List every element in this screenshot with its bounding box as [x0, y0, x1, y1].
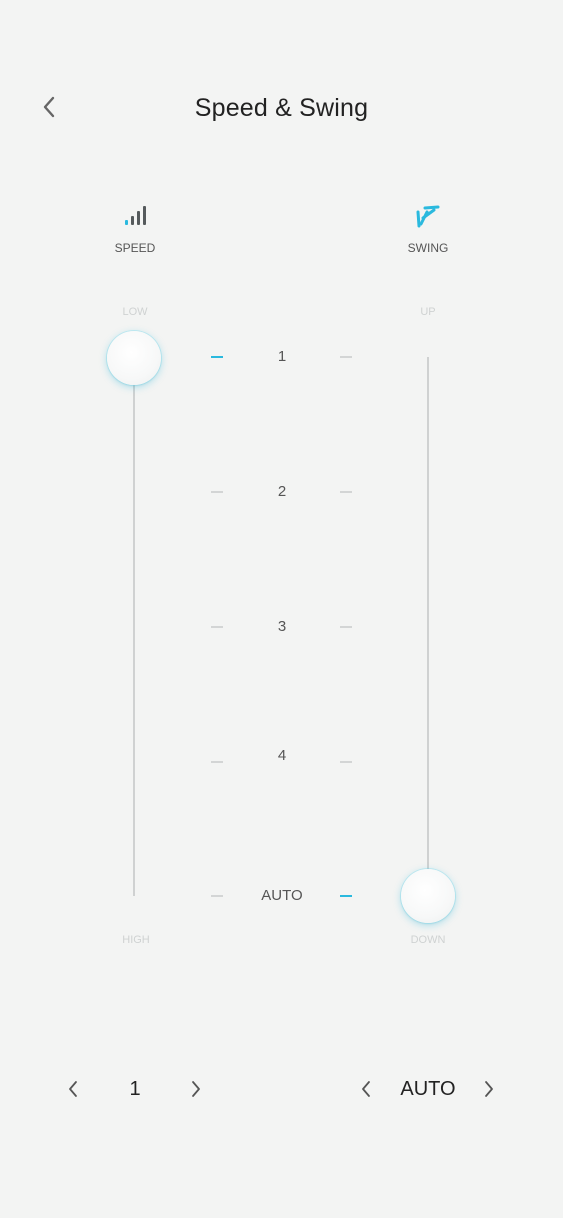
speed-tick-3: [211, 626, 223, 628]
swing-tick-1: [340, 356, 352, 358]
level-label-2: 2: [277, 483, 287, 500]
swing-slider-handle[interactable]: [401, 869, 455, 923]
speed-high-label: HIGH: [122, 934, 150, 946]
chevron-left-icon: [69, 1081, 77, 1097]
page-title: Speed & Swing: [194, 94, 369, 122]
level-label-3: 3: [277, 618, 287, 635]
speed-tick-auto: [211, 895, 223, 897]
swing-value: AUTO: [400, 1078, 456, 1100]
level-label-4: 4: [277, 747, 287, 764]
chevron-left-icon: [362, 1081, 370, 1097]
swing-label: SWING: [407, 241, 449, 255]
speed-label: SPEED: [114, 241, 156, 255]
speed-tick-1: [211, 356, 223, 358]
level-label-1: 1: [277, 348, 287, 365]
speed-slider-handle[interactable]: [107, 331, 161, 385]
speed-value: 1: [129, 1078, 141, 1100]
swing-down-label: DOWN: [410, 934, 446, 946]
chevron-right-icon: [485, 1081, 493, 1097]
swing-slider-track[interactable]: [427, 357, 429, 896]
chevron-right-icon: [192, 1081, 200, 1097]
speed-decrease-button[interactable]: [58, 1074, 88, 1104]
level-label-auto: AUTO: [261, 887, 303, 904]
speed-slider-track[interactable]: [133, 358, 135, 896]
swing-up-label: UP: [420, 306, 436, 318]
speed-increase-button[interactable]: [181, 1074, 211, 1104]
swing-fan-icon: [408, 201, 448, 231]
swing-tick-2: [340, 491, 352, 493]
speed-low-label: LOW: [122, 306, 148, 318]
swing-tick-4: [340, 761, 352, 763]
speed-tick-2: [211, 491, 223, 493]
speed-tick-4: [211, 761, 223, 763]
swing-tick-auto: [340, 895, 352, 897]
signal-bars-icon: [116, 201, 156, 231]
swing-tick-3: [340, 626, 352, 628]
swing-decrease-button[interactable]: [351, 1074, 381, 1104]
swing-increase-button[interactable]: [474, 1074, 504, 1104]
